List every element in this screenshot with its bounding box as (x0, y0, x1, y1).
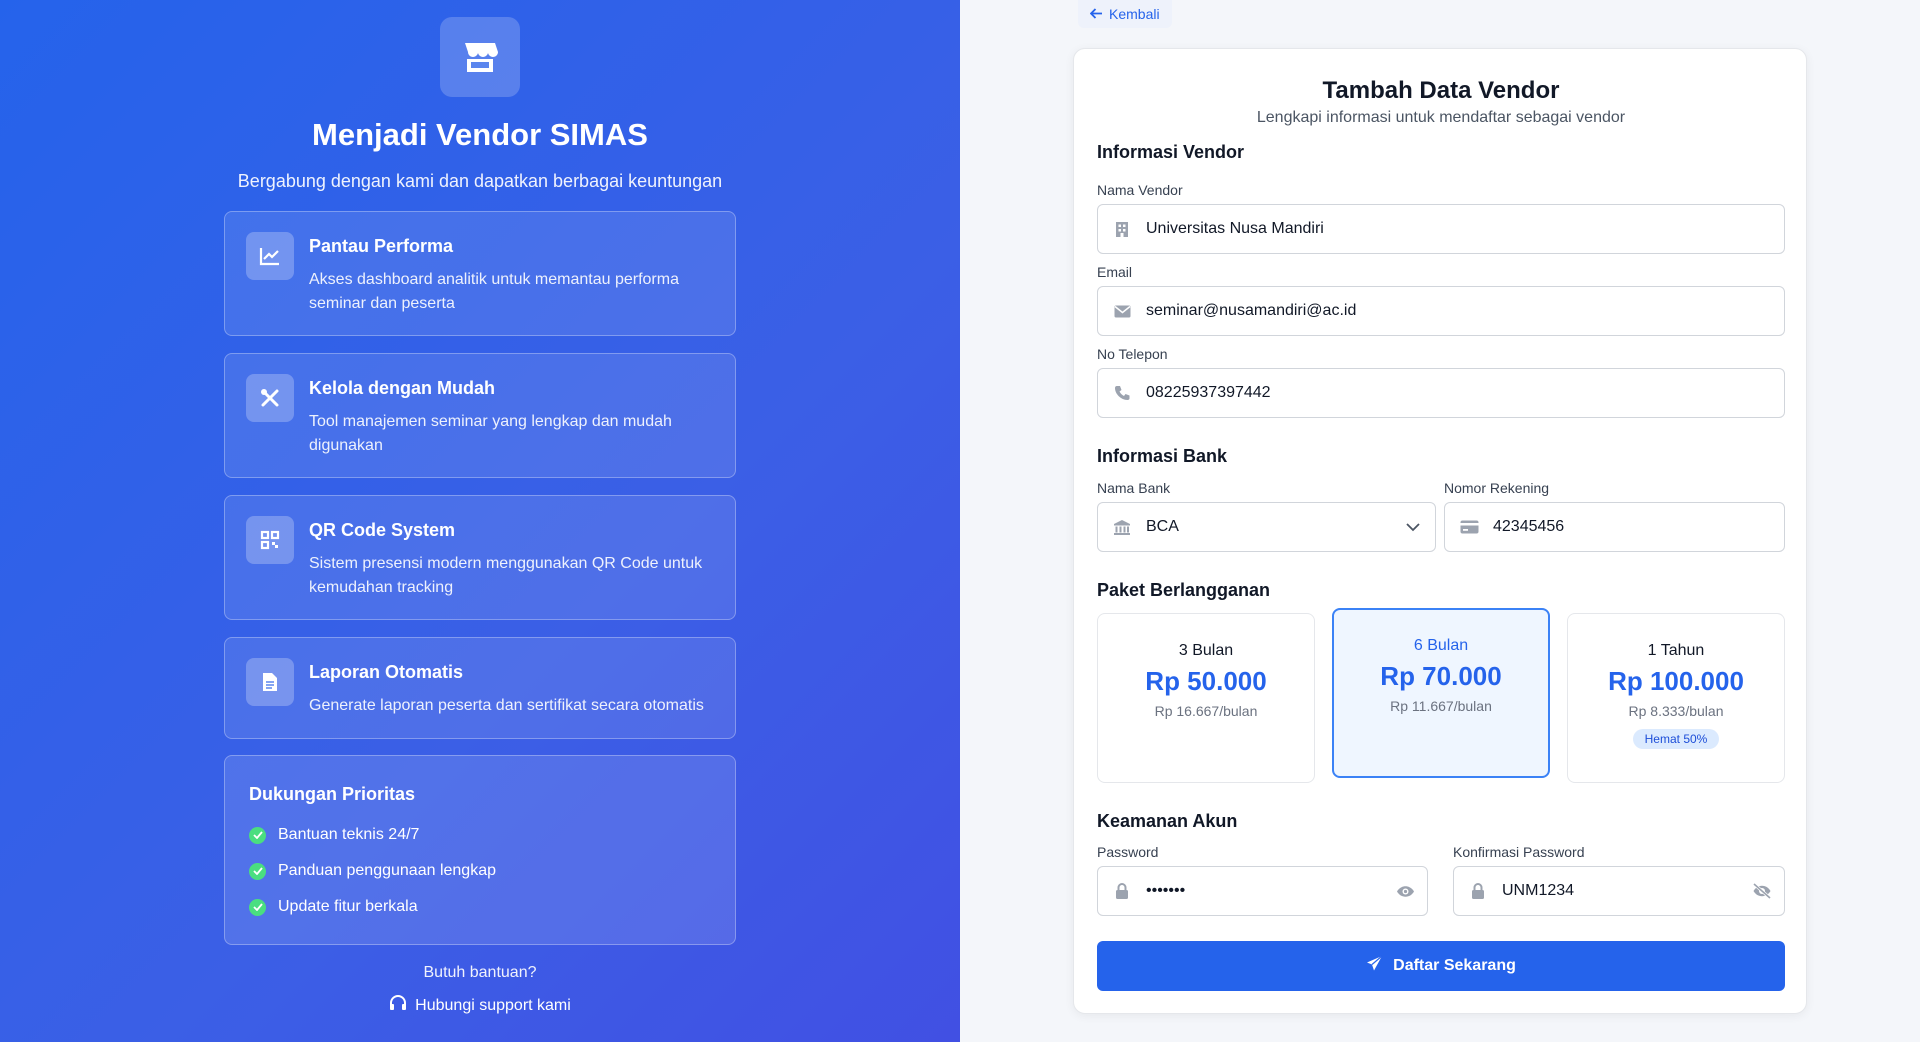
support-item: Panduan penggunaan lengkap (249, 862, 496, 880)
phone-label: No Telepon (1097, 346, 1168, 362)
bank-name-value: BCA (1146, 518, 1179, 535)
form-subtitle: Lengkapi informasi untuk mendaftar sebag… (1256, 109, 1626, 126)
eye-slash-icon[interactable] (1740, 883, 1784, 899)
confirm-password-field[interactable]: UNM1234 (1453, 866, 1785, 916)
feature-title: QR Code System (309, 520, 456, 540)
plan-price: Rp 100.000 (1608, 666, 1744, 696)
contact-support-link[interactable]: Hubungi support kami (0, 995, 960, 1017)
support-item-label: Panduan penggunaan lengkap (278, 862, 496, 879)
feature-desc: Sistem presensi modern menggunakan QR Co… (309, 555, 703, 596)
plan-option-1-year[interactable]: 1 Tahun Rp 100.000 Rp 8.333/bulan Hemat … (1567, 613, 1785, 783)
vendor-section-heading: Informasi Vendor (1097, 142, 1245, 162)
lock-icon (1098, 882, 1146, 900)
paper-plane-icon (1366, 955, 1383, 977)
building-icon (1098, 221, 1146, 238)
vendor-form: Tambah Data Vendor Lengkapi informasi un… (1073, 48, 1807, 1014)
form-title: Tambah Data Vendor (1322, 77, 1560, 104)
vendor-name-label: Nama Vendor (1097, 182, 1183, 198)
support-card: Dukungan Prioritas Bantuan teknis 24/7 P… (224, 755, 736, 945)
feature-title: Kelola dengan Mudah (309, 378, 496, 398)
feature-card-performance: Pantau Performa Akses dashboard analitik… (224, 211, 736, 336)
account-number-field[interactable]: 42345456 (1444, 502, 1785, 552)
password-label: Password (1097, 844, 1159, 860)
support-item: Bantuan teknis 24/7 (249, 826, 419, 844)
tools-icon (246, 374, 294, 422)
vendor-name-field[interactable]: Universitas Nusa Mandiri (1097, 204, 1785, 254)
support-item-label: Update fitur berkala (278, 898, 418, 915)
bank-icon (1098, 519, 1146, 536)
eye-icon[interactable] (1383, 885, 1427, 898)
email-field[interactable]: seminar@nusamandiri@ac.id (1097, 286, 1785, 336)
plan-price: Rp 50.000 (1145, 666, 1267, 696)
check-circle-icon (249, 826, 266, 844)
chart-line-icon (246, 232, 294, 280)
feature-desc: Generate laporan peserta dan sertifikat … (309, 697, 704, 714)
contact-support-label[interactable]: Hubungi support kami (415, 997, 571, 1015)
plan-section-heading: Paket Berlangganan (1097, 580, 1271, 600)
support-title: Dukungan Prioritas (249, 784, 416, 804)
feature-title: Pantau Performa (309, 236, 454, 256)
promo-title: Menjadi Vendor SIMAS (312, 117, 648, 152)
account-number-label: Nomor Rekening (1444, 480, 1550, 496)
plan-name: 6 Bulan (1413, 637, 1469, 654)
phone-value: 08225937397442 (1146, 384, 1271, 401)
plan-monthly: Rp 16.667/bulan (1154, 703, 1258, 719)
arrow-left-icon (1089, 6, 1103, 22)
feature-desc: Akses dashboard analitik untuk memantau … (309, 271, 679, 312)
vendor-name-value: Universitas Nusa Mandiri (1146, 220, 1324, 237)
register-button-label[interactable]: Daftar Sekarang (1393, 957, 1516, 975)
check-circle-icon (249, 898, 266, 916)
confirm-password-label: Konfirmasi Password (1453, 844, 1585, 860)
plan-name: 3 Bulan (1178, 642, 1234, 659)
qrcode-icon (246, 516, 294, 564)
support-item: Update fitur berkala (249, 898, 418, 916)
back-label[interactable]: Kembali (1109, 6, 1160, 22)
discount-badge: Hemat 50% (1632, 729, 1720, 749)
account-number-value: 42345456 (1493, 518, 1565, 535)
bank-name-select[interactable]: BCA (1097, 502, 1436, 552)
document-icon (246, 658, 294, 706)
confirm-password-value: UNM1234 (1502, 882, 1575, 899)
envelope-icon (1098, 305, 1146, 318)
chevron-down-icon[interactable] (1391, 522, 1435, 532)
credit-card-icon (1445, 520, 1493, 534)
help-question: Butuh bantuan? (423, 964, 537, 981)
plan-monthly: Rp 11.667/bulan (1390, 698, 1492, 714)
plan-price: Rp 70.000 (1380, 661, 1502, 691)
bank-section-heading: Informasi Bank (1097, 446, 1228, 466)
feature-desc: Tool manajemen seminar yang lengkap dan … (309, 413, 672, 454)
feature-title: Laporan Otomatis (309, 662, 464, 682)
feature-card-qrcode: QR Code System Sistem presensi modern me… (224, 495, 736, 620)
lock-icon (1454, 882, 1502, 900)
plan-option-6-months[interactable]: 6 Bulan Rp 70.000 Rp 11.667/bulan (1332, 608, 1550, 778)
email-value: seminar@nusamandiri@ac.id (1146, 302, 1357, 319)
password-field[interactable]: ••••••• (1097, 866, 1428, 916)
register-button[interactable]: Daftar Sekarang (1097, 941, 1785, 991)
password-value: ••••••• (1146, 882, 1186, 899)
promo-subtitle: Bergabung dengan kami dan dapatkan berba… (237, 171, 723, 191)
plan-name: 1 Tahun (1647, 642, 1705, 659)
bank-name-label: Nama Bank (1097, 480, 1171, 496)
plan-monthly: Rp 8.333/bulan (1628, 703, 1724, 719)
promo-panel: Menjadi Vendor SIMAS Bergabung dengan ka… (0, 0, 960, 1042)
feature-card-manage: Kelola dengan Mudah Tool manajemen semin… (224, 353, 736, 478)
plan-option-3-months[interactable]: 3 Bulan Rp 50.000 Rp 16.667/bulan (1097, 613, 1315, 783)
email-label: Email (1097, 264, 1133, 280)
headset-icon (389, 995, 407, 1017)
check-circle-icon (249, 862, 266, 880)
phone-icon (1098, 385, 1146, 401)
phone-field[interactable]: 08225937397442 (1097, 368, 1785, 418)
back-link[interactable]: Kembali (1078, 0, 1172, 28)
security-section-heading: Keamanan Akun (1097, 811, 1238, 831)
feature-card-report: Laporan Otomatis Generate laporan pesert… (224, 637, 736, 739)
store-icon (440, 17, 520, 97)
support-item-label: Bantuan teknis 24/7 (278, 826, 420, 843)
form-panel: Kembali Tambah Data Vendor Lengkapi info… (960, 0, 1920, 1042)
